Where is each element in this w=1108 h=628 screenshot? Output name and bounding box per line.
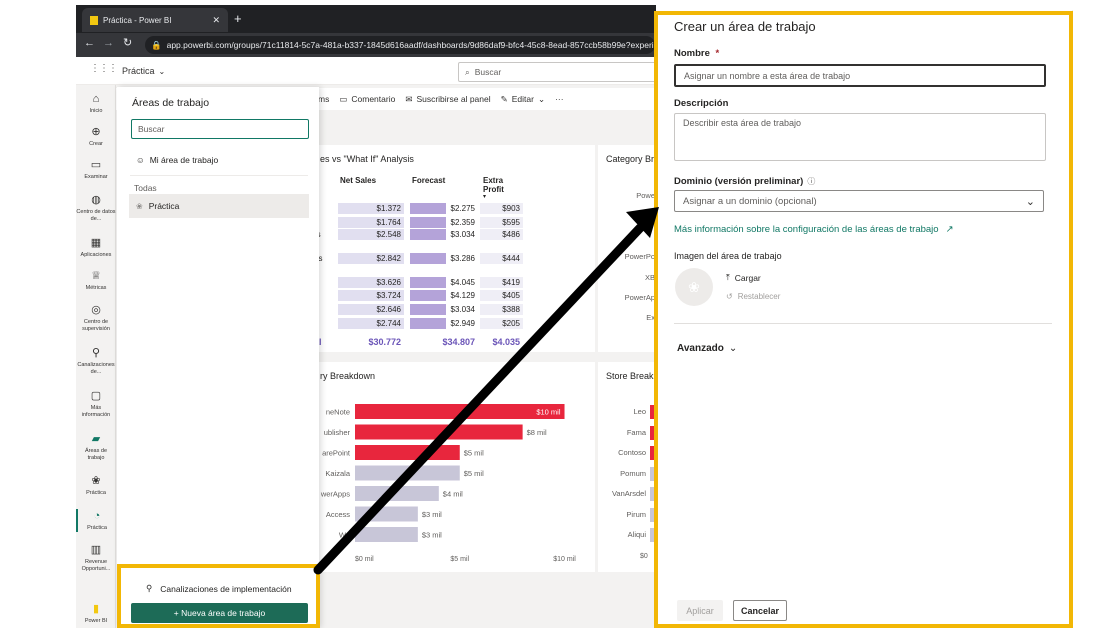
annotation-arrow xyxy=(313,207,659,575)
